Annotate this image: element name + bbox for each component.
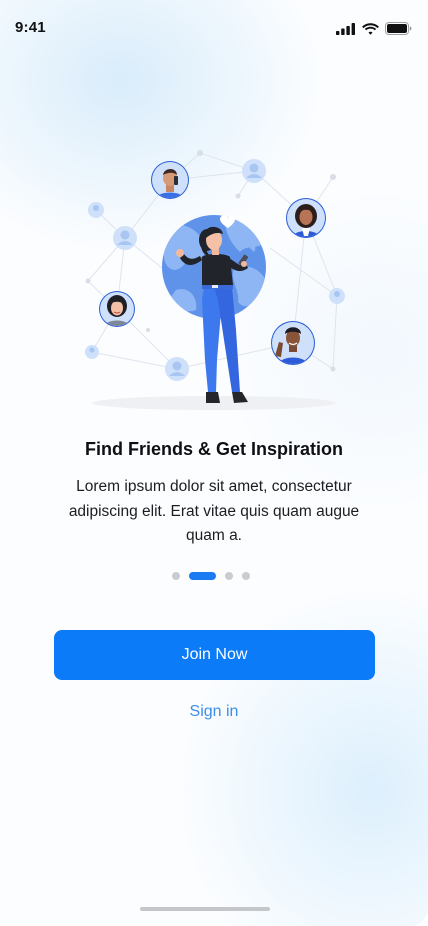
onboarding-title: Find Friends & Get Inspiration	[84, 439, 343, 459]
onboarding-screen: 9:41 Find Friends & Get Inspiration Lore…	[0, 0, 428, 926]
cellular-signal-icon	[336, 22, 356, 40]
people-network-illustration	[80, 140, 350, 415]
status-bar: 9:41	[0, 0, 428, 50]
home-indicator	[140, 907, 270, 911]
page-dot[interactable]	[225, 572, 233, 580]
onboarding-description: Lorem ipsum dolor sit amet, consectetur …	[68, 478, 360, 544]
battery-icon	[385, 22, 412, 40]
page-dot[interactable]	[242, 572, 250, 580]
status-time: 9:41	[15, 19, 46, 36]
sign-in-link[interactable]: Sign in	[0, 703, 428, 721]
wifi-icon	[362, 22, 379, 40]
page-dot[interactable]	[172, 572, 180, 580]
page-dot-active[interactable]	[189, 572, 216, 580]
page-indicator	[172, 572, 250, 580]
status-icons	[336, 22, 412, 40]
join-now-button[interactable]: Join Now	[54, 630, 375, 680]
